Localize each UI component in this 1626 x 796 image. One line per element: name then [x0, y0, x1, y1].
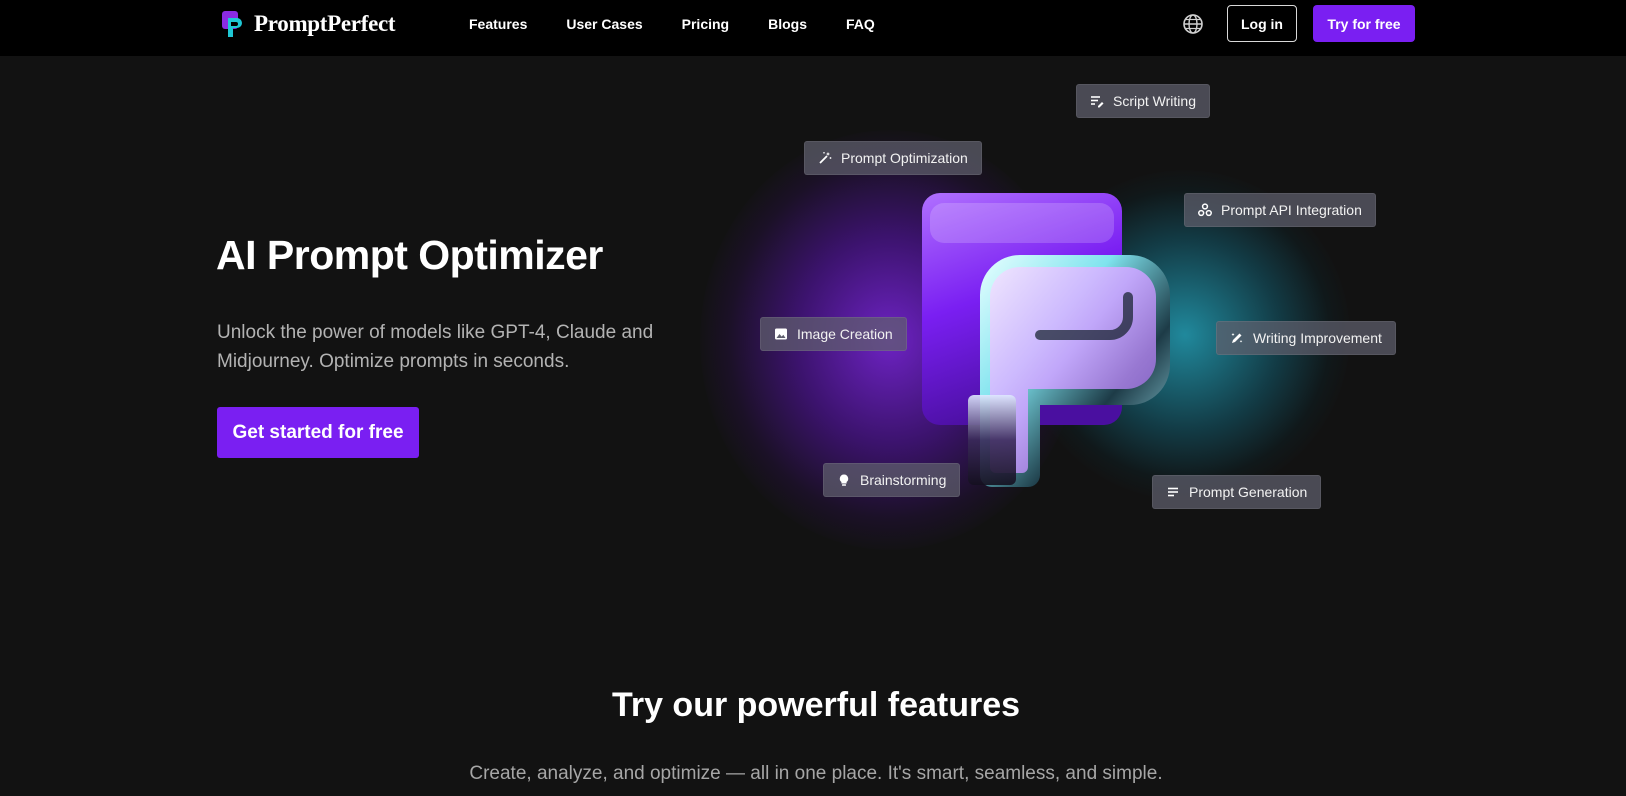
chip-prompt-api-integration[interactable]: Prompt API Integration — [1184, 193, 1376, 227]
brand-name: PromptPerfect — [254, 11, 396, 36]
chip-prompt-generation[interactable]: Prompt Generation — [1152, 475, 1322, 509]
chip-image-creation[interactable]: Image Creation — [760, 317, 907, 351]
chip-label: Image Creation — [797, 326, 893, 342]
text-lines-icon — [1168, 487, 1178, 497]
image-icon — [775, 328, 787, 340]
chip-label: Writing Improvement — [1253, 330, 1382, 346]
edit-sparkle-icon — [1231, 333, 1243, 343]
chip-label: Prompt Generation — [1189, 484, 1308, 500]
brand-logo[interactable]: PromptPerfect — [220, 10, 396, 38]
nav-features[interactable]: Features — [469, 16, 527, 32]
chip-script-writing[interactable]: Script Writing — [1076, 84, 1210, 118]
chip-writing-improvement[interactable]: Writing Improvement — [1216, 321, 1396, 355]
top-navigation-bar: PromptPerfect Features User Cases Pricin… — [0, 0, 1626, 56]
main-nav: Features User Cases Pricing Blogs FAQ — [469, 0, 914, 48]
try-for-free-button[interactable]: Try for free — [1313, 5, 1415, 42]
nav-pricing[interactable]: Pricing — [682, 16, 729, 32]
chip-brainstorming[interactable]: Brainstorming — [823, 463, 961, 497]
hero-subtitle: Unlock the power of models like GPT-4, C… — [217, 322, 654, 372]
hero-logo-graphic — [922, 193, 1170, 487]
chip-label: Script Writing — [1113, 93, 1196, 109]
features-subheading: Create, analyze, and optimize — all in o… — [469, 763, 1163, 784]
chip-label: Prompt Optimization — [841, 150, 968, 166]
magic-wand-icon — [819, 152, 832, 164]
chip-label: Prompt API Integration — [1221, 202, 1362, 218]
get-started-button[interactable]: Get started for free — [217, 407, 419, 458]
chip-label: Brainstorming — [860, 472, 947, 488]
chip-prompt-optimization[interactable]: Prompt Optimization — [804, 141, 982, 175]
login-button[interactable]: Log in — [1227, 5, 1297, 42]
nav-user-cases[interactable]: User Cases — [566, 16, 642, 32]
integration-icon — [1198, 203, 1212, 217]
globe-icon[interactable] — [1182, 13, 1204, 35]
hero-title: AI Prompt Optimizer — [216, 232, 603, 278]
lightbulb-icon — [839, 474, 849, 486]
hero-glow-background — [0, 0, 1626, 796]
logo-mark-icon — [222, 11, 242, 37]
script-icon — [1091, 96, 1104, 108]
nav-blogs[interactable]: Blogs — [768, 16, 807, 32]
nav-faq[interactable]: FAQ — [846, 16, 875, 32]
features-heading: Try our powerful features — [611, 686, 1021, 724]
